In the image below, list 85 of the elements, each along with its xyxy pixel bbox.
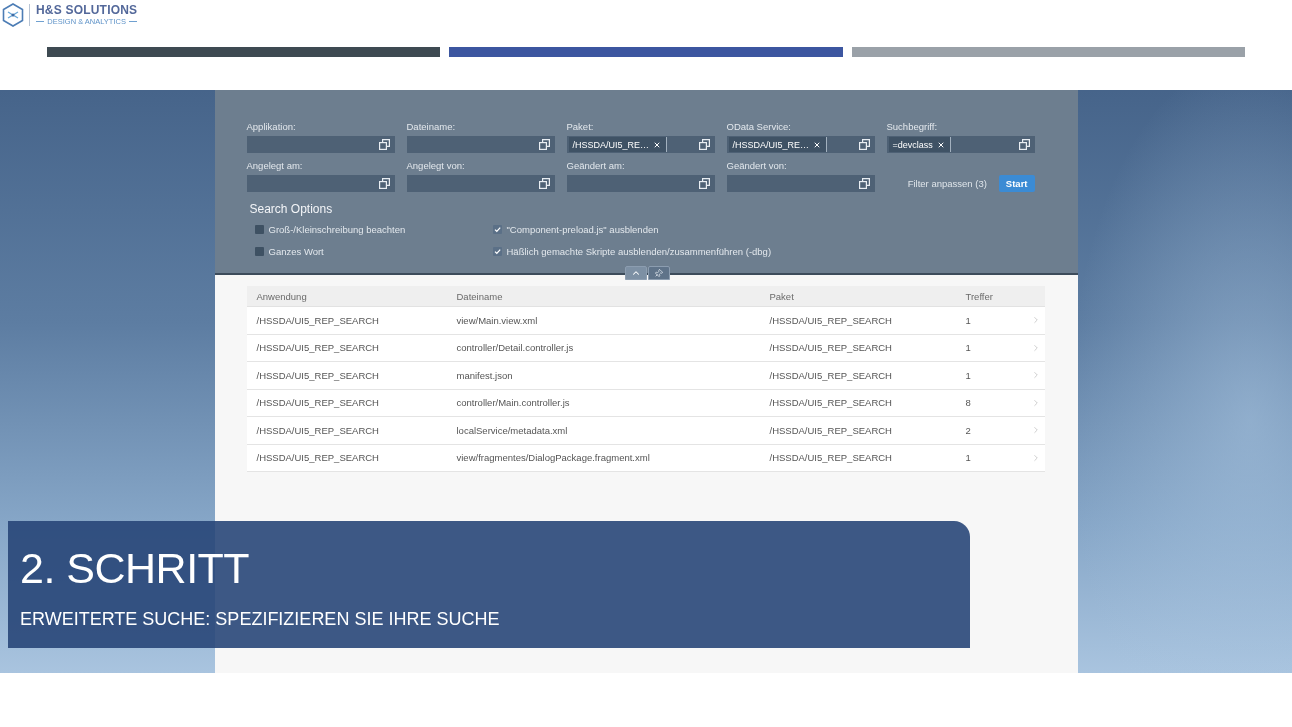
- stacked-squares-icon[interactable]: [378, 178, 390, 189]
- table-cell: /HSSDA/UI5_REP_SEARCH: [769, 424, 892, 436]
- input-field[interactable]: =devclass: [886, 136, 1035, 153]
- input-field[interactable]: [406, 175, 555, 192]
- input-field[interactable]: [246, 136, 395, 153]
- table-row[interactable]: /HSSDA/UI5_REP_SEARCH manifest.json /HSSDA/UI5_REP_SEARCH 1: [246, 362, 1045, 390]
- table-cell: 1: [965, 342, 971, 354]
- checkbox-label: Groß-/Kleinschreibung beachten: [268, 223, 406, 235]
- input-field[interactable]: [406, 136, 555, 153]
- table-cell: /HSSDA/UI5_REP_SEARCH: [256, 314, 379, 326]
- table-cell: /HSSDA/UI5_REP_SEARCH: [769, 369, 892, 381]
- stacked-squares-icon[interactable]: [1018, 139, 1030, 150]
- checkbox[interactable]: [492, 224, 502, 234]
- table-cell: /HSSDA/UI5_REP_SEARCH: [256, 424, 379, 436]
- table-cell: /HSSDA/UI5_REP_SEARCH: [769, 342, 892, 354]
- field-label: Angelegt von:: [406, 160, 465, 171]
- table-cell: /HSSDA/UI5_REP_SEARCH: [256, 452, 379, 464]
- token[interactable]: =devclass: [888, 137, 951, 152]
- checkbox[interactable]: [254, 246, 264, 256]
- field-label: Geändert von:: [726, 160, 787, 171]
- column-header: Treffer: [965, 290, 993, 302]
- input-field[interactable]: [246, 175, 395, 192]
- checkbox[interactable]: [492, 246, 502, 256]
- field-label: Dateiname:: [406, 121, 456, 132]
- checkbox-label: Ganzes Wort: [268, 245, 324, 257]
- table-cell: /HSSDA/UI5_REP_SEARCH: [256, 369, 379, 381]
- table-cell: /HSSDA/UI5_REP_SEARCH: [256, 342, 379, 354]
- pin-button[interactable]: [647, 266, 670, 280]
- stacked-squares-icon[interactable]: [698, 178, 710, 189]
- pin-icon: [652, 266, 665, 280]
- field-label: Suchbegriff:: [886, 121, 938, 132]
- table-cell: 1: [965, 369, 971, 381]
- column-header: Anwendung: [256, 290, 307, 302]
- table-cell: 2: [965, 424, 971, 436]
- table-cell: /HSSDA/UI5_REP_SEARCH: [769, 314, 892, 326]
- stacked-squares-icon[interactable]: [538, 139, 550, 150]
- close-icon[interactable]: [653, 140, 662, 149]
- table-row[interactable]: /HSSDA/UI5_REP_SEARCH view/Main.view.xml /HSSDA/UI5_REP_SEARCH 1: [246, 307, 1045, 335]
- stacked-squares-icon[interactable]: [858, 178, 870, 189]
- table-cell: 1: [965, 314, 971, 326]
- token[interactable]: /HSSDA/UI5_RE…: [728, 137, 828, 152]
- input-field[interactable]: [566, 175, 715, 192]
- table-row[interactable]: /HSSDA/UI5_REP_SEARCH controller/Detail.controller.js /HSSDA/UI5_REP_SEARCH 1: [246, 334, 1045, 362]
- start-button[interactable]: Start: [998, 175, 1035, 192]
- stacked-squares-icon[interactable]: [858, 139, 870, 150]
- table-cell: 8: [965, 397, 971, 409]
- collapse-button[interactable]: [624, 266, 647, 280]
- column-header: Paket: [769, 290, 794, 302]
- field-label: Angelegt am:: [246, 160, 303, 171]
- input-field[interactable]: /HSSDA/UI5_RE…: [726, 136, 875, 153]
- logo-name: H&S SOLUTIONS: [36, 4, 138, 17]
- table-cell: controller/Main.controller.js: [456, 397, 570, 409]
- checkbox[interactable]: [254, 224, 264, 234]
- close-icon[interactable]: [936, 140, 945, 149]
- table-cell: view/Main.view.xml: [456, 314, 538, 326]
- table-row[interactable]: /HSSDA/UI5_REP_SEARCH controller/Main.controller.js /HSSDA/UI5_REP_SEARCH 8: [246, 389, 1045, 417]
- hexagon-logo-icon: [2, 3, 24, 27]
- token[interactable]: /HSSDA/UI5_RE…: [568, 137, 668, 152]
- table-cell: /HSSDA/UI5_REP_SEARCH: [256, 397, 379, 409]
- table-cell: /HSSDA/UI5_REP_SEARCH: [769, 452, 892, 464]
- table-row[interactable]: /HSSDA/UI5_REP_SEARCH view/fragmentes/DialogPackage.fragment.xml /HSSDA/UI5_REP_SEARCH 1: [246, 444, 1045, 472]
- input-field[interactable]: [726, 175, 875, 192]
- field-label: Geändert am:: [566, 160, 625, 171]
- step-subtitle: ERWEITERTE SUCHE: SPEZIFIZIEREN SIE IHRE SUCHE: [20, 609, 500, 630]
- field-label: Applikation:: [246, 121, 296, 132]
- table-cell: localService/metadata.xml: [456, 424, 568, 436]
- stacked-squares-icon[interactable]: [378, 139, 390, 150]
- caret-up-icon: [630, 268, 641, 278]
- table-cell: controller/Detail.controller.js: [456, 342, 574, 354]
- table-cell: 1: [965, 452, 971, 464]
- field-label: OData Service:: [726, 121, 791, 132]
- field-label: Paket:: [566, 121, 594, 132]
- table-cell: /HSSDA/UI5_REP_SEARCH: [769, 397, 892, 409]
- checkbox-label: "Component-preload.js" ausblenden: [506, 223, 659, 235]
- column-header: Dateiname: [456, 290, 503, 302]
- checkbox-label: Häßlich gemachte Skripte ausblenden/zusammenführen (-dbg): [506, 245, 772, 257]
- close-icon[interactable]: [813, 140, 822, 149]
- table-cell: manifest.json: [456, 369, 513, 381]
- stacked-squares-icon[interactable]: [698, 139, 710, 150]
- table-cell: view/fragmentes/DialogPackage.fragment.xml: [456, 452, 650, 464]
- input-field[interactable]: /HSSDA/UI5_RE…: [566, 136, 715, 153]
- table-row[interactable]: /HSSDA/UI5_REP_SEARCH localService/metadata.xml /HSSDA/UI5_REP_SEARCH 2: [246, 417, 1045, 445]
- section-title: Search Options: [249, 202, 333, 216]
- stacked-squares-icon[interactable]: [538, 178, 550, 189]
- step-title: 2. SCHRITT: [20, 545, 250, 591]
